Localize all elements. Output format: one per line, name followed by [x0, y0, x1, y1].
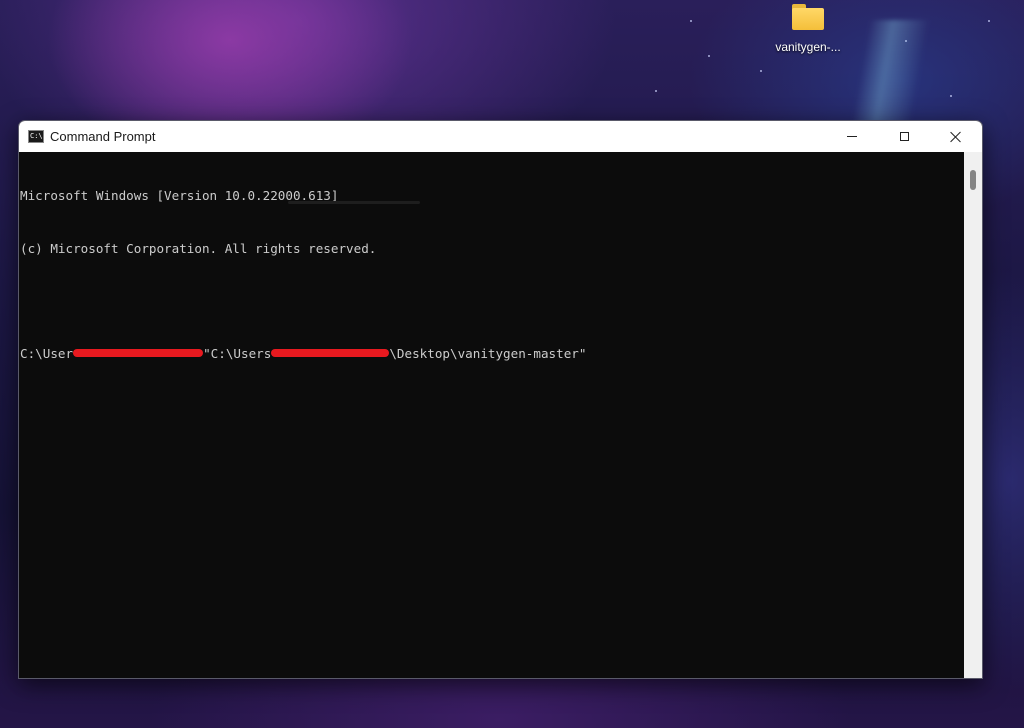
minimize-icon [847, 136, 857, 137]
star [760, 70, 762, 72]
star [988, 20, 990, 22]
cmd-app-icon[interactable]: C:\ [28, 130, 44, 143]
console-line-version: Microsoft Windows [Version 10.0.22000.61… [20, 188, 339, 203]
prompt-prefix: C:\User [20, 345, 74, 361]
aurora-decoration [850, 20, 930, 130]
maximize-icon [899, 132, 909, 141]
command-path-start: "C:\Users [203, 345, 272, 361]
desktop-folder-vanitygen[interactable]: vanitygen-... [766, 4, 850, 54]
desktop: vanitygen-... C:\ Command Prompt Microso… [0, 0, 1024, 728]
window-title: Command Prompt [50, 129, 156, 144]
star [655, 90, 657, 92]
folder-icon [792, 4, 824, 30]
star [950, 95, 952, 97]
command-prompt-window[interactable]: C:\ Command Prompt Microsoft Windows [Ve… [18, 120, 983, 679]
console-line-command: C:\User "C:\Users \Desktop\vanitygen-maste… [20, 345, 964, 363]
window-controls [826, 121, 982, 152]
star [690, 20, 692, 22]
console-output[interactable]: Microsoft Windows [Version 10.0.22000.61… [19, 152, 964, 678]
maximize-button[interactable] [878, 121, 930, 152]
redaction-mark [271, 349, 390, 357]
star [708, 55, 710, 57]
vertical-scrollbar[interactable] [964, 152, 982, 678]
close-icon [950, 131, 962, 143]
minimize-button[interactable] [826, 121, 878, 152]
console-line-copyright: (c) Microsoft Corporation. All rights re… [20, 240, 377, 256]
command-path-end: \Desktop\vanitygen-master" [389, 345, 587, 361]
title-bar[interactable]: C:\ Command Prompt [19, 121, 982, 152]
scrollbar-thumb[interactable] [970, 170, 976, 190]
redaction-mark [73, 349, 204, 357]
close-button[interactable] [930, 121, 982, 152]
desktop-folder-label: vanitygen-... [775, 40, 841, 54]
annotation-underline [288, 201, 420, 204]
